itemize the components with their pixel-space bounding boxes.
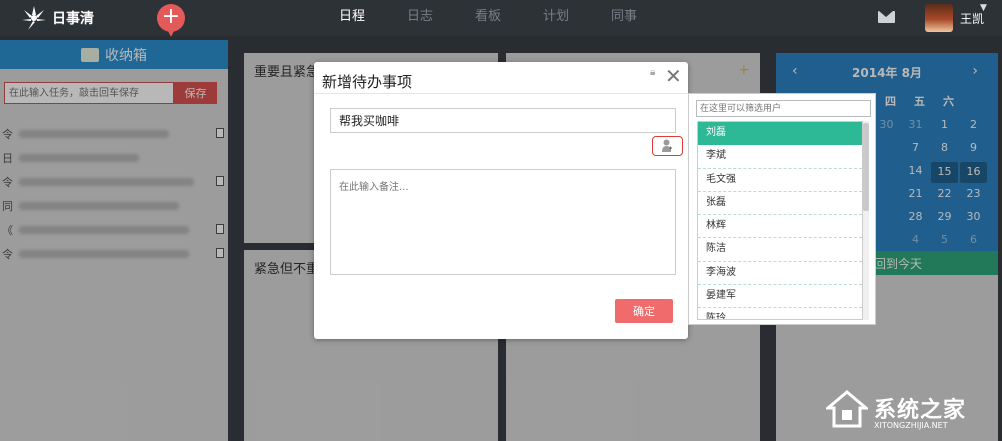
divider bbox=[314, 93, 688, 94]
new-todo-dialog: 新增待办事项 🔒︎ ✕ 确定 bbox=[314, 62, 688, 339]
user-list-item[interactable]: 林辉 bbox=[698, 215, 862, 239]
top-bar: 日事清 + 日程 日志 看板 计划 同事 王凯 ▼ bbox=[0, 0, 1002, 37]
site-watermark: 系统之家 XITONGZHIJIA.NET bbox=[818, 386, 1002, 441]
app-logo[interactable]: 日事清 bbox=[20, 6, 94, 30]
user-list-item[interactable]: 陈洁 bbox=[698, 238, 862, 262]
nav-tab-board[interactable]: 看板 bbox=[454, 0, 522, 36]
nav-tab-plan[interactable]: 计划 bbox=[522, 0, 590, 36]
app-name: 日事清 bbox=[52, 11, 94, 27]
nav-tab-schedule[interactable]: 日程 bbox=[318, 0, 386, 36]
user-list-item[interactable]: 李海波 bbox=[698, 262, 862, 286]
user-list-item[interactable]: 李斌 bbox=[698, 145, 862, 169]
chevron-down-icon[interactable]: ▼ bbox=[980, 3, 987, 13]
user-list: 刘磊 李斌 毛文强 张磊 林辉 陈洁 李海波 晏建军 陈玲 bbox=[697, 121, 863, 320]
confirm-button[interactable]: 确定 bbox=[615, 299, 673, 323]
add-user-icon bbox=[662, 139, 672, 152]
scrollbar-thumb[interactable] bbox=[863, 123, 869, 211]
dialog-title: 新增待办事项 bbox=[322, 73, 413, 91]
quick-add-button[interactable]: + bbox=[157, 4, 185, 37]
user-list-item[interactable]: 陈玲 bbox=[698, 308, 862, 319]
user-list-item[interactable]: 刘磊 bbox=[698, 122, 862, 146]
assign-user-button[interactable] bbox=[652, 136, 683, 156]
todo-title-input[interactable] bbox=[330, 108, 676, 133]
scrollbar[interactable] bbox=[863, 121, 869, 320]
watermark-text: 系统之家 bbox=[874, 398, 967, 423]
user-picker-dropdown: 刘磊李斌毛文强张磊林辉陈洁李海波晏建军陈玲 bbox=[688, 93, 876, 325]
user-list-item[interactable]: 晏建军 bbox=[698, 285, 862, 309]
user-list-item[interactable]: 张磊 bbox=[698, 192, 862, 216]
avatar[interactable] bbox=[925, 4, 953, 32]
watermark-url: XITONGZHIJIA.NET bbox=[874, 421, 948, 430]
nav-tab-colleagues[interactable]: 同事 bbox=[590, 0, 658, 36]
logo-icon bbox=[22, 6, 46, 30]
user-list-item[interactable]: 毛文强 bbox=[698, 169, 862, 192]
house-logo-icon bbox=[826, 390, 868, 428]
main-nav: 日程 日志 看板 计划 同事 bbox=[318, 0, 658, 36]
user-filter-input[interactable] bbox=[696, 100, 871, 117]
nav-tab-log[interactable]: 日志 bbox=[386, 0, 454, 36]
mail-icon[interactable] bbox=[878, 11, 895, 23]
lock-icon[interactable]: 🔒︎ bbox=[650, 67, 655, 78]
note-textarea[interactable] bbox=[330, 169, 676, 275]
close-icon[interactable]: ✕ bbox=[665, 64, 682, 88]
